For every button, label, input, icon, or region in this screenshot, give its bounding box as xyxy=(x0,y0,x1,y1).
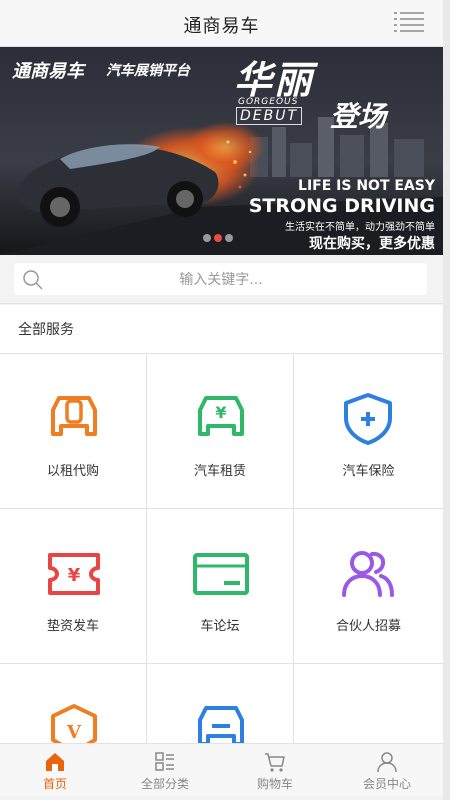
service-car-insurance[interactable]: 汽车保险 xyxy=(294,354,443,509)
cart-icon xyxy=(265,753,285,772)
menu-icon[interactable] xyxy=(392,10,426,34)
search-box[interactable] xyxy=(14,263,427,295)
search-icon xyxy=(23,270,43,290)
user-icon xyxy=(377,752,397,773)
tab-cart[interactable]: 购物车 xyxy=(220,744,330,796)
banner-gorgeous-text: GORGEOUS xyxy=(238,97,299,107)
badge-v-icon: V xyxy=(51,704,97,744)
partners-icon xyxy=(342,551,394,597)
service-car-forum[interactable]: 车论坛 xyxy=(147,509,294,664)
carousel-dot[interactable] xyxy=(225,234,233,242)
card-icon xyxy=(193,553,249,595)
app-header: 通商易车 xyxy=(0,0,443,47)
svg-text:V: V xyxy=(66,722,82,743)
banner-slogan-2: STRONG DRIVING xyxy=(248,195,435,217)
banner-subtitle: 生活实在不简单，动力强劲不简单 xyxy=(285,222,435,233)
service-label: 以租代购 xyxy=(46,464,99,479)
tab-categories[interactable]: 全部分类 xyxy=(110,744,220,796)
carousel-dot[interactable] xyxy=(203,234,211,242)
car-zero-icon xyxy=(51,396,97,436)
service-rent-to-own[interactable]: 以租代购 xyxy=(0,354,147,509)
services-grid: 以租代购 ¥ 汽车租赁 汽车保险 ¥ 垫资发车 车论坛 合伙人招募 V xyxy=(0,354,443,744)
svg-text:¥: ¥ xyxy=(215,403,226,422)
category-icon xyxy=(155,752,174,771)
service-advance-funding[interactable]: ¥ 垫资发车 xyxy=(0,509,147,664)
service-car-rental[interactable]: ¥ 汽车租赁 xyxy=(147,354,294,509)
service-empty xyxy=(294,664,443,744)
car-yen-icon: ¥ xyxy=(198,396,244,436)
scrollbar-track[interactable] xyxy=(443,0,450,800)
services-header: 全部服务 xyxy=(0,305,443,354)
home-icon xyxy=(46,753,64,771)
banner-headline-2: 登场 xyxy=(330,100,387,133)
tab-label: 全部分类 xyxy=(140,777,189,791)
carousel-indicator[interactable] xyxy=(203,227,236,246)
banner-slogan-1: LIFE IS NOT EASY xyxy=(298,178,435,194)
yen-ticket-icon: ¥ xyxy=(48,553,100,595)
service-label: 汽车保险 xyxy=(342,464,395,479)
service-label: 汽车租赁 xyxy=(193,464,246,479)
search-input[interactable] xyxy=(54,265,388,295)
service-vip[interactable]: V xyxy=(0,664,147,744)
banner-cta-text: 现在购买，更多优惠 xyxy=(309,236,435,252)
tab-label: 首页 xyxy=(42,777,67,791)
promo-banner[interactable]: 通商易车 汽车展销平台 华丽 GORGEOUS DEBUT 登场 LIFE IS… xyxy=(0,47,443,255)
service-label: 垫资发车 xyxy=(46,619,99,634)
tab-member-center[interactable]: 会员中心 xyxy=(332,744,442,796)
service-car[interactable] xyxy=(147,664,294,744)
services-title: 全部服务 xyxy=(18,322,74,338)
tab-home[interactable]: 首页 xyxy=(0,744,110,796)
page-title: 通商易车 xyxy=(183,16,260,37)
service-partner-recruit[interactable]: 合伙人招募 xyxy=(294,509,443,664)
bottom-tab-bar: 首页 全部分类 购物车 会员中心 xyxy=(0,743,443,796)
service-label: 合伙人招募 xyxy=(335,619,401,634)
banner-debut-text: DEBUT xyxy=(236,107,303,125)
service-label: 车论坛 xyxy=(200,619,240,634)
banner-headline-1: 华丽 xyxy=(234,58,315,102)
tab-label: 购物车 xyxy=(256,777,293,791)
car-front-icon xyxy=(198,706,244,744)
banner-platform-text: 汽车展销平台 xyxy=(106,63,190,79)
banner-logo-text: 通商易车 xyxy=(12,61,84,82)
tab-label: 会员中心 xyxy=(362,777,411,791)
svg-text:¥: ¥ xyxy=(68,565,81,586)
search-bar-container xyxy=(0,255,443,304)
carousel-dot-active[interactable] xyxy=(214,234,222,242)
shield-plus-icon xyxy=(344,393,392,445)
